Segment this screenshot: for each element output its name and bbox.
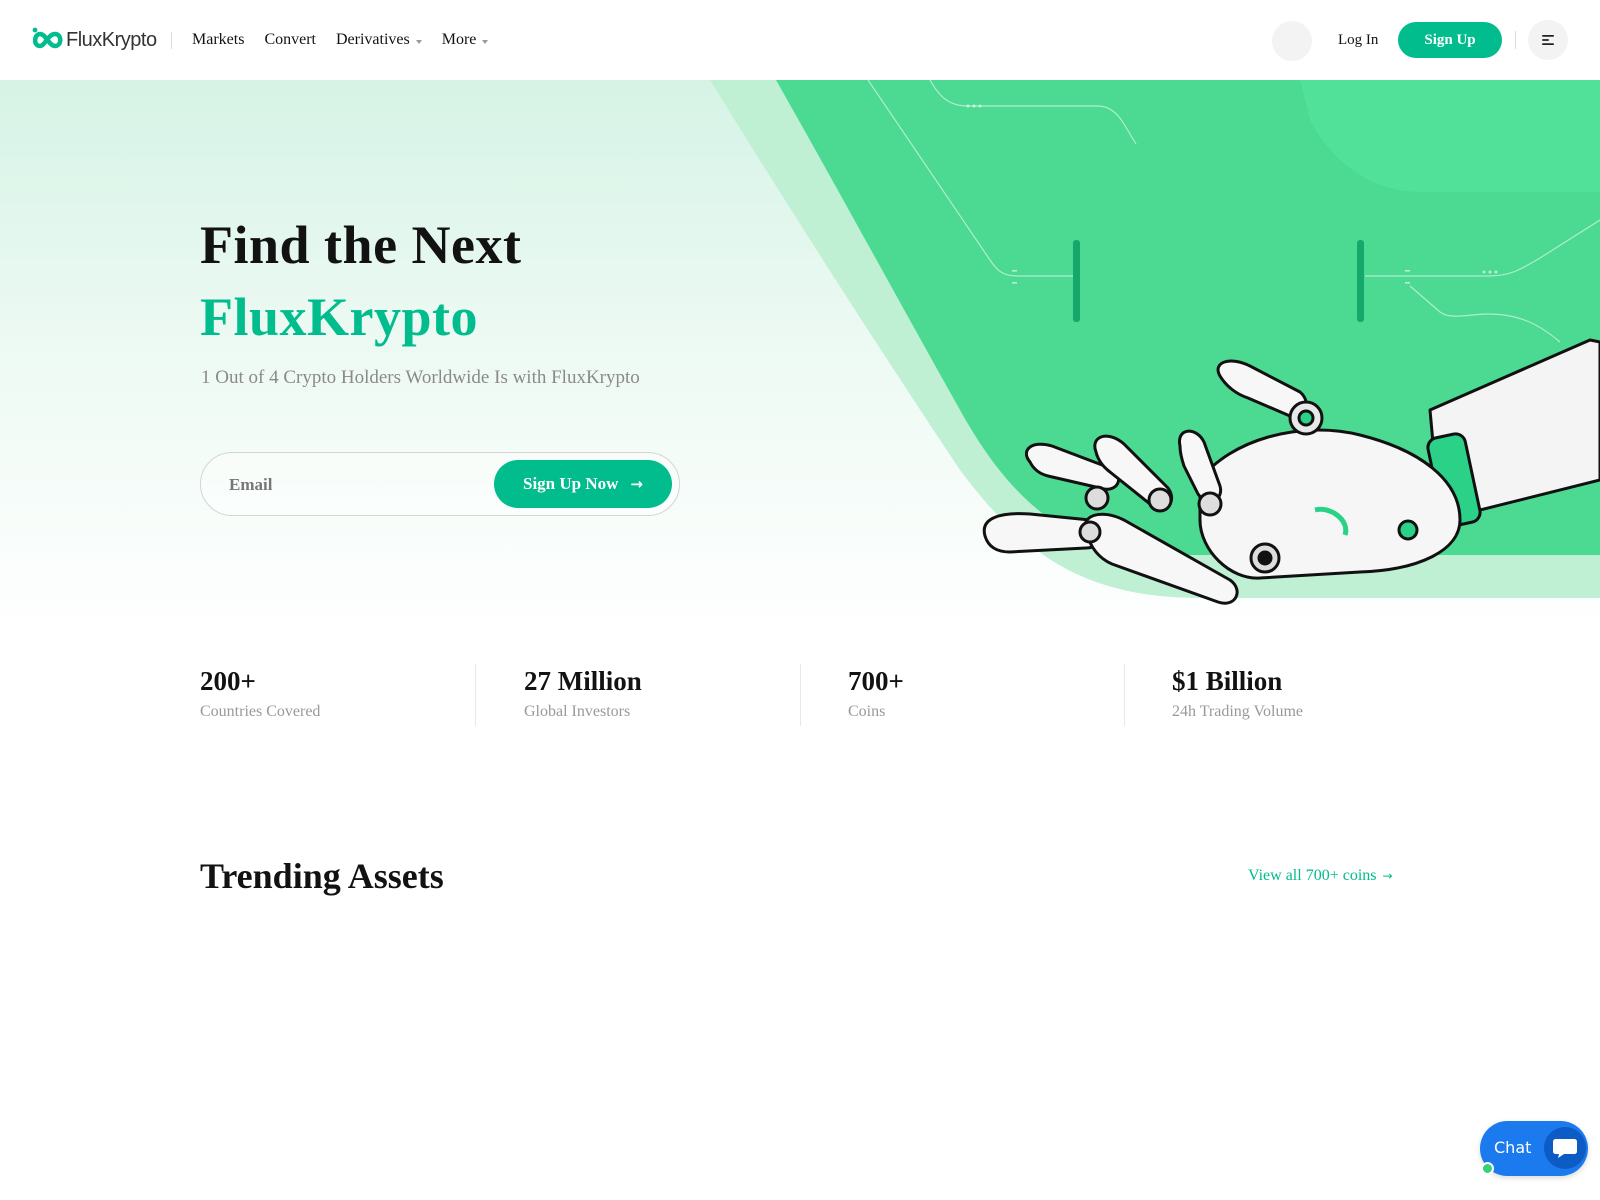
logo[interactable]: FluxKrypto (31, 25, 157, 55)
stat-volume: $1 Billion 24h Trading Volume (1172, 664, 1303, 726)
stat-divider (475, 664, 476, 726)
view-all-coins-link[interactable]: View all 700+ coins → (1248, 864, 1393, 888)
chat-widget-button[interactable]: Chat (1480, 1121, 1588, 1176)
nav-item-label: Derivatives (335, 31, 410, 48)
hero-title-line2: FluxKrypto (200, 287, 479, 347)
chevron-down-icon (482, 40, 489, 44)
signup-now-label: Sign Up Now (523, 474, 619, 493)
email-signup-form: Sign Up Now → (200, 452, 680, 516)
logo-text: FluxKrypto (66, 28, 157, 51)
nav-item-more[interactable]: More (442, 28, 489, 52)
hero-subtitle: 1 Out of 4 Crypto Holders Worldwide Is w… (201, 367, 640, 388)
stat-divider (1124, 664, 1125, 726)
hamburger-icon (1542, 35, 1554, 45)
email-input[interactable] (229, 465, 469, 505)
arrow-right-icon: → (630, 475, 643, 493)
hero-section: Find the Next FluxKrypto 1 Out of 4 Cryp… (0, 80, 1600, 640)
logo-icon (32, 27, 63, 49)
stats-bar: 200+ Countries Covered 27 Million Global… (200, 664, 1400, 726)
hero-illustration (710, 80, 1600, 605)
nav-divider (171, 32, 172, 49)
chat-bubble-icon (1544, 1127, 1586, 1169)
stat-label: 24h Trading Volume (1172, 703, 1303, 720)
arrow-right-icon: → (1382, 869, 1393, 883)
stat-coins: 700+ Coins (848, 664, 904, 726)
stat-value: 200+ (200, 666, 256, 696)
stat-value: 700+ (848, 666, 904, 696)
stat-label: Countries Covered (200, 703, 321, 720)
trending-title: Trending Assets (200, 856, 444, 896)
menu-button[interactable] (1528, 20, 1568, 60)
stat-value: $1 Billion (1172, 666, 1283, 696)
stat-label: Coins (848, 703, 886, 720)
main-nav: Markets Convert Derivatives More (192, 28, 508, 52)
signup-button[interactable]: Sign Up (1398, 22, 1502, 58)
signup-now-button[interactable]: Sign Up Now → (494, 460, 672, 508)
login-button[interactable]: Log In (1338, 29, 1378, 51)
online-status-dot (1481, 1162, 1494, 1175)
avatar[interactable] (1272, 21, 1312, 61)
stat-countries: 200+ Countries Covered (200, 664, 320, 726)
header-divider (1515, 31, 1516, 49)
stat-label: Global Investors (524, 703, 631, 720)
chat-label: Chat (1494, 1138, 1532, 1157)
nav-item-derivatives[interactable]: Derivatives (336, 28, 422, 52)
site-header: FluxKrypto Markets Convert Derivatives M… (0, 0, 1600, 80)
nav-item-convert[interactable]: Convert (264, 28, 316, 52)
nav-item-label: Convert (264, 31, 316, 48)
view-all-label: View all 700+ coins (1248, 867, 1377, 884)
nav-item-label: More (441, 31, 477, 48)
nav-item-label: Markets (192, 31, 245, 48)
stat-divider (800, 664, 801, 726)
hero-title-line1: Find the Next (200, 215, 522, 275)
nav-item-markets[interactable]: Markets (192, 28, 244, 52)
chevron-down-icon (415, 40, 422, 44)
stat-investors: 27 Million Global Investors (524, 664, 642, 726)
stat-value: 27 Million (524, 666, 642, 696)
